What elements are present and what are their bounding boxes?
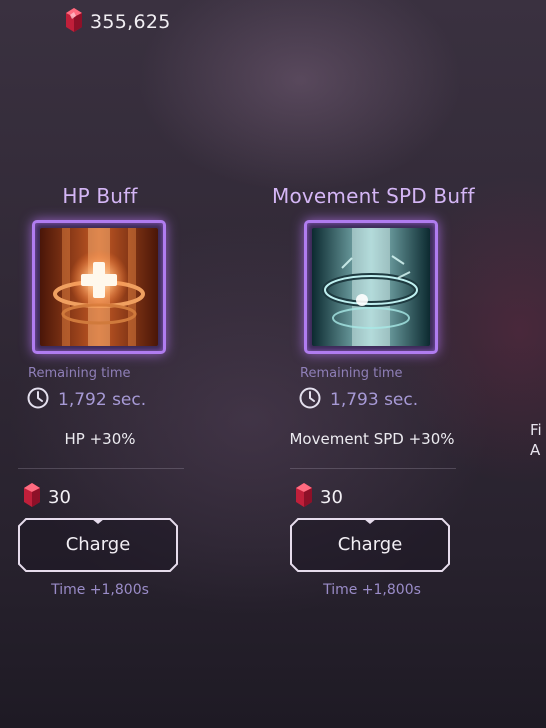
fragment-line: A	[530, 441, 541, 459]
remaining-time-value: 1,793 sec.	[330, 390, 419, 410]
remaining-time: 1,792 sec.	[26, 386, 146, 414]
movement-buff-icon-frame	[304, 220, 438, 354]
charge-cost: 30	[294, 482, 343, 512]
remaining-time-value: 1,792 sec.	[58, 390, 147, 410]
buff-title: HP Buff	[62, 184, 138, 208]
hp-buff-card: HP Buff Remaining time 1,792 sec. HP +30…	[0, 180, 200, 610]
remaining-time: 1,793 sec.	[298, 386, 418, 414]
buff-title: Movement SPD Buff	[272, 184, 475, 208]
movement-speed-buff-icon	[312, 228, 430, 346]
remaining-time-label: Remaining time	[300, 366, 403, 381]
clock-icon	[298, 386, 322, 414]
buff-effect: Movement SPD +30%	[289, 430, 455, 448]
gem-balance: 355,625	[64, 8, 171, 36]
movement-spd-buff-card: Movement SPD Buff Remaining time 1,793 s…	[272, 180, 475, 610]
gem-balance-value: 355,625	[90, 11, 171, 33]
charge-cost: 30	[22, 482, 71, 512]
charge-button[interactable]: Charge	[290, 518, 450, 572]
charge-button-label: Charge	[337, 534, 403, 555]
offscreen-card-fragment: Fi A	[530, 420, 542, 460]
charge-cost-value: 30	[320, 486, 343, 508]
buff-effect: HP +30%	[64, 430, 136, 448]
charge-button-label: Charge	[65, 534, 131, 555]
charge-button[interactable]: Charge	[18, 518, 178, 572]
hp-buff-icon	[40, 228, 158, 346]
hp-buff-icon-frame	[32, 220, 166, 354]
red-gem-icon	[64, 7, 84, 37]
red-gem-icon	[22, 482, 42, 512]
red-gem-icon	[294, 482, 314, 512]
fragment-line: Fi	[530, 421, 542, 439]
time-bonus: Time +1,800s	[323, 582, 421, 598]
clock-icon	[26, 386, 50, 414]
time-bonus: Time +1,800s	[51, 582, 149, 598]
divider	[18, 468, 184, 469]
charge-cost-value: 30	[48, 486, 71, 508]
divider	[290, 468, 456, 469]
remaining-time-label: Remaining time	[28, 366, 131, 381]
